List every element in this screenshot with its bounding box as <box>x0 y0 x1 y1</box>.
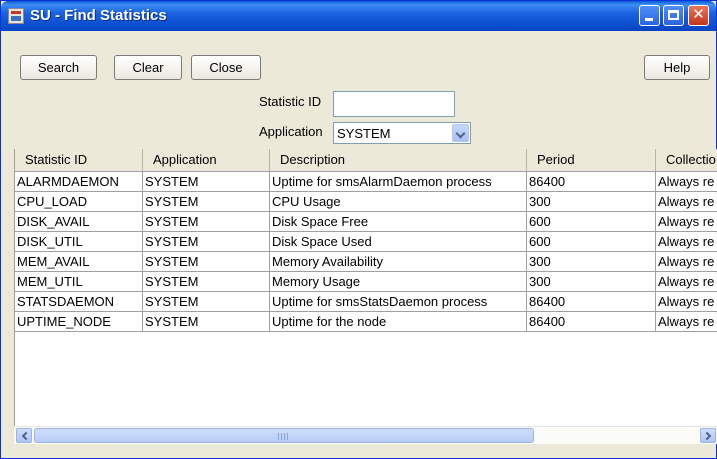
table-cell: SYSTEM <box>143 232 270 252</box>
table-row[interactable]: CPU_LOAD SYSTEM CPU Usage 300 Always re <box>15 192 717 212</box>
title-bar[interactable]: SU - Find Statistics ✕ <box>1 1 716 31</box>
column-header-collection[interactable]: Collectio <box>656 149 717 171</box>
table-cell: SYSTEM <box>143 212 270 232</box>
table-cell: Always re <box>656 292 717 312</box>
table-cell: Uptime for the node <box>270 312 527 332</box>
table-cell: Always re <box>656 252 717 272</box>
table-cell: MEM_AVAIL <box>15 252 143 272</box>
table-cell: 600 <box>527 212 656 232</box>
table-cell: MEM_UTIL <box>15 272 143 292</box>
close-icon: ✕ <box>692 5 705 23</box>
statistics-table: Statistic ID Application Description Per… <box>14 149 717 439</box>
table-cell: SYSTEM <box>143 272 270 292</box>
application-select[interactable]: SYSTEM <box>333 122 471 144</box>
table-row[interactable]: ALARMDAEMON SYSTEM Uptime for smsAlarmDaem… <box>15 172 717 192</box>
table-row[interactable]: DISK_UTIL SYSTEM Disk Space Used 600 Always … <box>15 232 717 252</box>
table-cell: 300 <box>527 192 656 212</box>
grip-icon <box>278 433 288 440</box>
table-cell: CPU Usage <box>270 192 527 212</box>
table-cell: CPU_LOAD <box>15 192 143 212</box>
table-row[interactable]: MEM_UTIL SYSTEM Memory Usage 300 Always re <box>15 272 717 292</box>
table-cell: SYSTEM <box>143 252 270 272</box>
clear-button[interactable]: Clear <box>114 55 182 80</box>
close-button[interactable]: Close <box>191 55 261 80</box>
table-cell: UPTIME_NODE <box>15 312 143 332</box>
table-cell: Always re <box>656 172 717 192</box>
table-cell: DISK_UTIL <box>15 232 143 252</box>
window-title: SU - Find Statistics <box>30 7 167 24</box>
table-cell: 86400 <box>527 312 656 332</box>
table-cell: SYSTEM <box>143 192 270 212</box>
application-select-value: SYSTEM <box>337 126 391 141</box>
table-cell: Always re <box>656 272 717 292</box>
table-row[interactable]: DISK_AVAIL SYSTEM Disk Space Free 600 Always… <box>15 212 717 232</box>
table-row[interactable]: MEM_AVAIL SYSTEM Memory Availability 300 Alw… <box>15 252 717 272</box>
table-cell: Disk Space Free <box>270 212 527 232</box>
table-cell: Memory Availability <box>270 252 527 272</box>
table-cell: SYSTEM <box>143 312 270 332</box>
table-cell: SYSTEM <box>143 292 270 312</box>
statistic-id-label: Statistic ID <box>259 94 322 109</box>
find-statistics-window: SU - Find Statistics ✕ Search Clear Clos… <box>0 0 717 459</box>
column-header-description[interactable]: Description <box>270 149 527 171</box>
app-icon[interactable] <box>8 8 24 24</box>
table-cell: 600 <box>527 232 656 252</box>
table-cell: DISK_AVAIL <box>15 212 143 232</box>
column-header-statistic-id[interactable]: Statistic ID <box>15 149 143 171</box>
minimize-button[interactable] <box>639 5 660 26</box>
search-button[interactable]: Search <box>20 55 97 80</box>
application-label: Application <box>259 124 323 139</box>
scroll-right-icon[interactable] <box>700 428 716 443</box>
table-cell: Always re <box>656 192 717 212</box>
dropdown-arrow-icon[interactable] <box>452 124 469 142</box>
table-cell: Uptime for smsStatsDaemon process <box>270 292 527 312</box>
table-cell: 300 <box>527 272 656 292</box>
column-header-application[interactable]: Application <box>143 149 270 171</box>
table-cell: 86400 <box>527 172 656 192</box>
table-header: Statistic ID Application Description Per… <box>15 149 717 172</box>
maximize-icon <box>668 10 679 20</box>
table-cell: Always re <box>656 212 717 232</box>
table-cell: Always re <box>656 232 717 252</box>
help-button[interactable]: Help <box>644 55 710 80</box>
table-row[interactable]: UPTIME_NODE SYSTEM Uptime for the node 8640… <box>15 312 717 332</box>
table-cell: Uptime for smsAlarmDaemon process <box>270 172 527 192</box>
close-window-button[interactable]: ✕ <box>688 5 709 26</box>
table-cell: 300 <box>527 252 656 272</box>
table-cell: ALARMDAEMON <box>15 172 143 192</box>
scroll-left-icon[interactable] <box>16 428 32 443</box>
table-cell: SYSTEM <box>143 172 270 192</box>
table-cell: 86400 <box>527 292 656 312</box>
table-cell: STATSDAEMON <box>15 292 143 312</box>
maximize-button[interactable] <box>663 5 684 26</box>
table-cell: Always re <box>656 312 717 332</box>
table-row[interactable]: STATSDAEMON SYSTEM Uptime for smsStatsDaem… <box>15 292 717 312</box>
statistic-id-input[interactable] <box>333 91 455 117</box>
minimize-icon <box>645 18 653 21</box>
horizontal-scrollbar[interactable] <box>14 426 717 444</box>
column-header-period[interactable]: Period <box>527 149 656 171</box>
table-cell: Disk Space Used <box>270 232 527 252</box>
scrollbar-thumb[interactable] <box>34 428 534 443</box>
table-cell: Memory Usage <box>270 272 527 292</box>
